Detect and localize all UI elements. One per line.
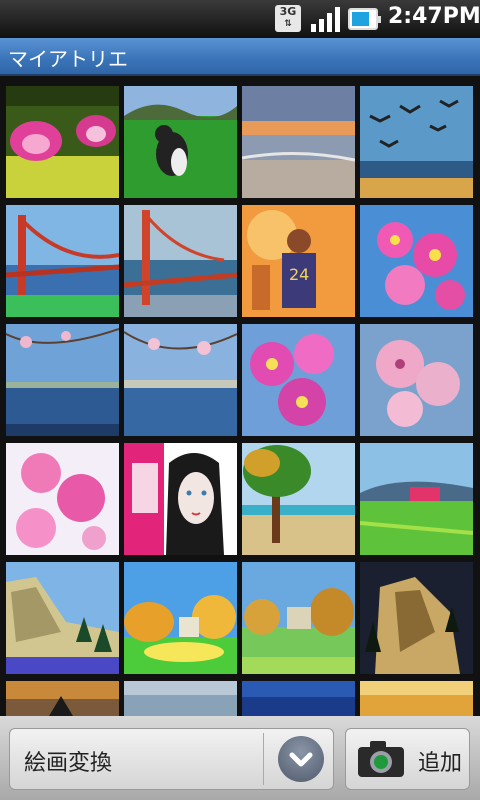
status-bar: 3G ⇅ 2:47PM	[0, 0, 480, 38]
painting-mode-label: 絵画変換	[24, 751, 113, 776]
network-3g-icon: 3G ⇅	[275, 5, 301, 32]
gallery-item[interactable]	[242, 562, 355, 674]
add-button[interactable]: 追加	[345, 728, 470, 790]
gallery-item[interactable]	[360, 681, 473, 716]
gallery-item[interactable]	[360, 205, 473, 317]
gallery-item[interactable]	[124, 205, 237, 317]
gallery-item[interactable]	[360, 562, 473, 674]
dropdown-button[interactable]	[278, 736, 324, 782]
signal-icon	[311, 7, 341, 32]
gallery-item[interactable]	[124, 86, 237, 198]
page-title: マイアトリエ	[8, 47, 128, 71]
gallery-item[interactable]	[360, 443, 473, 555]
gallery-item[interactable]	[6, 562, 119, 674]
gallery-item[interactable]	[124, 562, 237, 674]
gallery-item[interactable]	[242, 681, 355, 716]
add-label: 追加	[418, 751, 463, 776]
gallery-grid: 24	[0, 76, 480, 716]
title-bar: マイアトリエ	[0, 38, 480, 76]
camera-icon	[358, 741, 404, 777]
gallery-item[interactable]	[124, 324, 237, 436]
chevron-down-icon	[289, 752, 313, 767]
gallery-item[interactable]	[124, 681, 237, 716]
painting-mode-select[interactable]: 絵画変換	[9, 728, 334, 790]
gallery-item[interactable]	[6, 205, 119, 317]
gallery-item[interactable]	[360, 324, 473, 436]
gallery-item[interactable]	[6, 681, 119, 716]
gallery-item[interactable]	[242, 443, 355, 555]
battery-icon	[348, 8, 381, 30]
gallery-item[interactable]	[242, 86, 355, 198]
svg-text:24: 24	[289, 265, 309, 284]
clock: 2:47PM	[388, 4, 480, 29]
gallery-item[interactable]	[360, 86, 473, 198]
gallery-item[interactable]	[6, 443, 119, 555]
gallery-item[interactable]	[6, 324, 119, 436]
gallery-item[interactable]	[242, 324, 355, 436]
gallery-item[interactable]	[124, 443, 237, 555]
network-label: 3G	[279, 5, 297, 18]
divider	[263, 733, 264, 785]
bottom-toolbar: 絵画変換 追加	[0, 716, 480, 800]
gallery-item[interactable]	[6, 86, 119, 198]
gallery-item[interactable]: 24	[242, 205, 355, 317]
